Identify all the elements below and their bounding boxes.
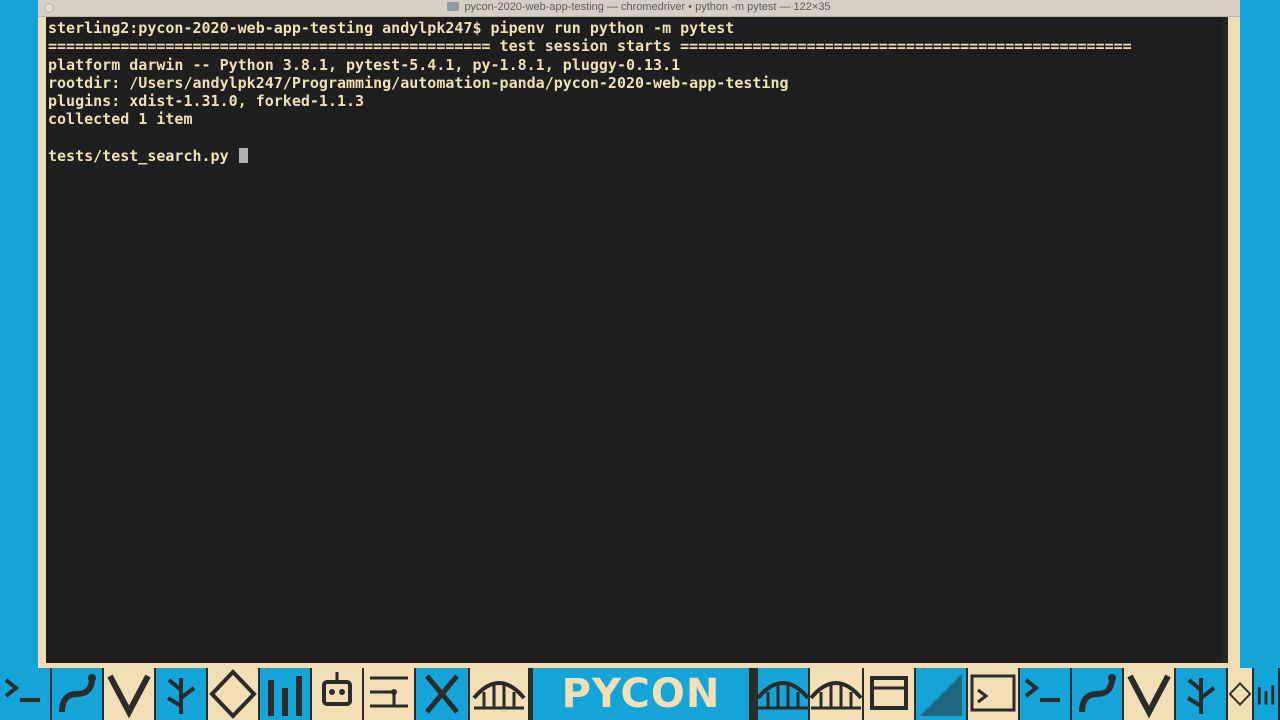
bridge-icon bbox=[470, 668, 530, 720]
checkmark-icon bbox=[104, 668, 156, 720]
leaf-icon bbox=[156, 668, 208, 720]
shell-prompt-icon bbox=[968, 668, 1020, 720]
terminal-line-current: tests/test_search.py bbox=[48, 147, 1132, 165]
leaf-icon bbox=[1176, 668, 1228, 720]
terminal-line: plugins: xdist-1.31.0, forked-1.1.3 bbox=[48, 92, 365, 111]
bridge-icon bbox=[810, 668, 864, 720]
pycon-footer-banner: PYCON 2020 bbox=[0, 668, 1280, 720]
bars-icon bbox=[260, 668, 312, 720]
tools-icon bbox=[416, 668, 470, 720]
triangle-icon bbox=[916, 668, 968, 720]
snake-icon bbox=[1072, 668, 1124, 720]
terminal-current-text: tests/test_search.py bbox=[48, 147, 238, 166]
desktop-background: pycon-2020-web-app-testing — chromedrive… bbox=[0, 0, 1280, 720]
terminal-line: sterling2:pycon-2020-web-app-testing and… bbox=[48, 19, 735, 37]
folder-icon bbox=[447, 2, 460, 11]
terminal-output[interactable]: sterling2:pycon-2020-web-app-testing and… bbox=[46, 17, 1228, 663]
terminal-prompt-icon bbox=[1020, 668, 1072, 720]
terminal-scrollbar[interactable] bbox=[1222, 17, 1228, 663]
window-title-label: pycon-2020-web-app-testing — chromedrive… bbox=[464, 1, 831, 13]
diamond-icon bbox=[1228, 668, 1254, 720]
terminal-line: platform darwin -- Python 3.8.1, pytest-… bbox=[48, 55, 681, 74]
bars-icon bbox=[1254, 668, 1280, 720]
snake-icon bbox=[52, 668, 104, 720]
window-icon bbox=[864, 668, 916, 720]
terminal-line: ========================================… bbox=[48, 37, 1132, 56]
terminal-prompt-icon bbox=[0, 668, 52, 720]
terminal-cursor bbox=[238, 148, 248, 164]
robot-icon bbox=[312, 668, 364, 720]
window-title: pycon-2020-web-app-testing — chromedrive… bbox=[38, 1, 1240, 13]
terminal-window: pycon-2020-web-app-testing — chromedrive… bbox=[38, 0, 1240, 668]
bridge-icon bbox=[758, 668, 810, 720]
pycon-2020-logo: PYCON 2020 bbox=[530, 668, 752, 720]
terminal-text: sterling2:pycon-2020-web-app-testing and… bbox=[48, 19, 1132, 165]
terminal-line: rootdir: /Users/andylpk247/Programming/a… bbox=[48, 73, 789, 92]
diamond-icon bbox=[208, 668, 260, 720]
circuit-icon bbox=[364, 668, 416, 720]
window-titlebar[interactable]: pycon-2020-web-app-testing — chromedrive… bbox=[38, 0, 1240, 17]
terminal-line: collected 1 item bbox=[48, 110, 193, 129]
checkmark-icon bbox=[1124, 668, 1176, 720]
